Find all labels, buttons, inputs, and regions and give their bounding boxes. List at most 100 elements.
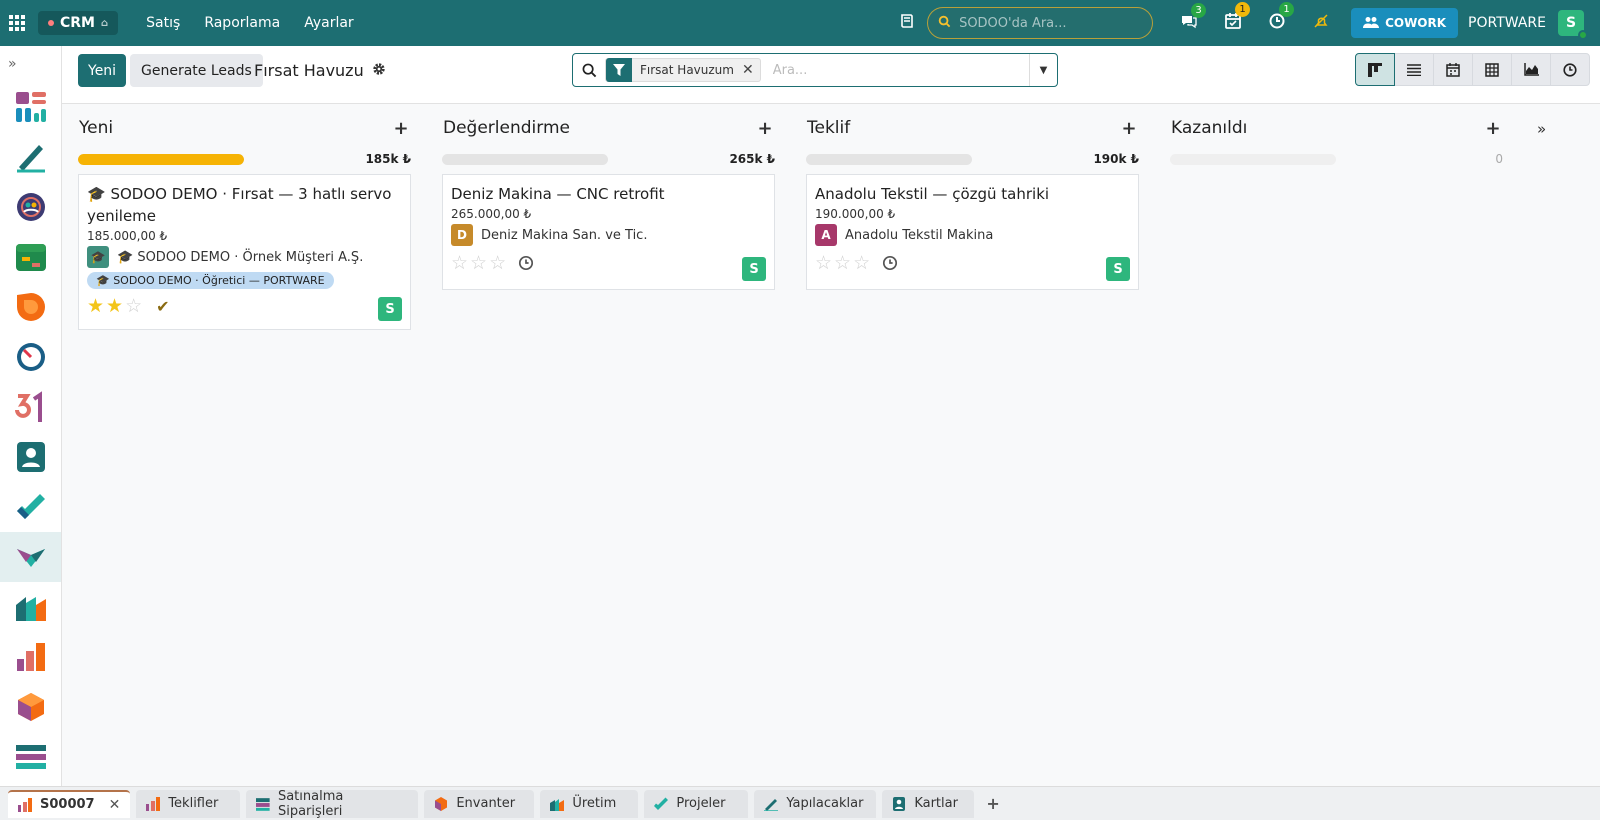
star-outline-icon[interactable]: ☆: [470, 253, 487, 273]
calendar-view-icon[interactable]: [1433, 53, 1473, 86]
kanban-card[interactable]: 🎓 SODOO DEMO · Fırsat — 3 hatlı servo ye…: [78, 174, 411, 330]
salesperson-avatar[interactable]: S: [378, 297, 402, 321]
column-sum[interactable]: 0: [1495, 152, 1503, 166]
sidebar-app-calendar[interactable]: [0, 382, 61, 432]
page-title: Fırsat Havuzu: [254, 61, 364, 80]
clock-icon[interactable]: [518, 255, 534, 271]
book-icon[interactable]: [899, 13, 915, 33]
progress-bar[interactable]: [78, 153, 244, 165]
kanban-card[interactable]: Deniz Makina — CNC retrofit 265.000,00 ₺…: [442, 174, 775, 290]
list-view-icon[interactable]: [1394, 53, 1434, 86]
sidebar-app-accounting[interactable]: [0, 732, 61, 782]
activity-view-icon[interactable]: [1550, 53, 1590, 86]
user-avatar[interactable]: S: [1558, 10, 1588, 40]
checkmark-icon[interactable]: ✔: [156, 297, 169, 316]
new-button[interactable]: Yeni: [78, 54, 127, 87]
star-outline-icon[interactable]: ☆: [489, 253, 506, 273]
close-icon[interactable]: ✕: [742, 62, 760, 78]
user-initial: S: [1565, 15, 1577, 31]
tab-manufacturing[interactable]: Üretim: [540, 789, 639, 818]
sidebar-app-todo[interactable]: [0, 482, 61, 532]
column-progress: 185k ₺: [78, 152, 411, 166]
sidebar-app-timer[interactable]: [0, 332, 61, 382]
timer-icon[interactable]: 1: [1255, 2, 1299, 34]
sidebar-app-discuss[interactable]: [0, 282, 61, 332]
sidebar-app-crm[interactable]: [0, 532, 61, 582]
salesperson-avatar[interactable]: S: [1106, 257, 1130, 281]
column-sum[interactable]: 190k ₺: [1093, 152, 1139, 166]
community-icon: [16, 193, 45, 221]
progress-bar[interactable]: [442, 153, 608, 165]
sidebar-app-employees[interactable]: [0, 432, 61, 482]
sidebar-app-inventory[interactable]: [0, 682, 61, 732]
progress-bar[interactable]: [806, 153, 972, 165]
sidebar-app-sales[interactable]: [0, 632, 61, 682]
tab-inventory[interactable]: Envanter: [424, 789, 535, 818]
plus-icon[interactable]: +: [1119, 118, 1139, 139]
star-outline-icon[interactable]: ☆: [125, 296, 142, 316]
notifications-off-icon[interactable]: [1299, 13, 1343, 33]
column-title[interactable]: Teklif: [807, 118, 850, 138]
tab-label: Teklifler: [168, 796, 219, 811]
global-search-input[interactable]: SODOO'da Ara...: [927, 7, 1154, 39]
sidebar-app-planning[interactable]: [0, 232, 61, 282]
activities-icon[interactable]: 1: [1211, 2, 1255, 34]
plus-icon[interactable]: +: [391, 118, 411, 139]
messages-count-badge: 3: [1191, 3, 1207, 18]
star-outline-icon[interactable]: ☆: [451, 253, 468, 273]
card-title: 🎓 SODOO DEMO · Fırsat — 3 hatlı servo ye…: [87, 185, 392, 225]
menu-item-reporting[interactable]: Raporlama: [192, 0, 292, 46]
caret-down-icon[interactable]: ▼: [1029, 54, 1057, 86]
sidebar-app-sign[interactable]: [0, 132, 61, 182]
messages-icon[interactable]: 3: [1167, 3, 1211, 33]
card-footer: ★ ★ ☆ ✔: [87, 295, 402, 317]
kanban-view-icon[interactable]: [1355, 53, 1395, 86]
progress-fill: [78, 153, 244, 165]
menu-item-settings[interactable]: Ayarlar: [292, 0, 365, 46]
tab-contacts[interactable]: Kartlar: [882, 789, 975, 818]
manufacturing-icon: [550, 798, 565, 811]
plus-icon[interactable]: +: [1483, 118, 1503, 139]
add-tab-icon[interactable]: +: [986, 794, 999, 813]
search-icon[interactable]: [573, 63, 605, 78]
menu-item-sales[interactable]: Satış: [134, 0, 192, 46]
sidebar-app-manufacturing[interactable]: [0, 582, 61, 632]
kanban-card[interactable]: Anadolu Tekstil — çözgü tahriki 190.000,…: [806, 174, 1139, 290]
app-brand[interactable]: CRM ⌂: [38, 11, 119, 35]
star-outline-icon[interactable]: ☆: [853, 253, 870, 273]
graph-view-icon[interactable]: [1511, 53, 1551, 86]
column-title[interactable]: Kazanıldı: [1171, 118, 1247, 138]
star-icon[interactable]: ★: [87, 296, 104, 316]
star-outline-icon[interactable]: ☆: [834, 253, 851, 273]
sidebar-app-dashboards[interactable]: [0, 82, 61, 132]
column-sum[interactable]: 185k ₺: [365, 152, 411, 166]
app-menu-icon[interactable]: [0, 0, 34, 46]
search-input[interactable]: [772, 62, 1023, 78]
column-title[interactable]: Değerlendirme: [443, 118, 570, 138]
cowork-button[interactable]: COWORK: [1351, 8, 1459, 38]
salesperson-avatar[interactable]: S: [742, 257, 766, 281]
sidebar-expand-icon[interactable]: »: [0, 46, 61, 82]
sidebar-app-community[interactable]: [0, 182, 61, 232]
star-outline-icon[interactable]: ☆: [815, 253, 832, 273]
gear-icon[interactable]: [372, 62, 386, 80]
tab-label: Yapılacaklar: [786, 796, 864, 811]
column-title[interactable]: Yeni: [79, 118, 113, 138]
plus-icon[interactable]: +: [755, 118, 775, 139]
close-icon[interactable]: ✕: [109, 797, 121, 813]
tab-quotations[interactable]: Teklifler: [136, 789, 241, 818]
column-sum[interactable]: 265k ₺: [729, 152, 775, 166]
tab-todo[interactable]: Yapılacaklar: [754, 789, 877, 818]
progress-bar[interactable]: [1170, 153, 1336, 165]
clock-icon[interactable]: [882, 255, 898, 271]
star-icon[interactable]: ★: [106, 296, 123, 316]
double-chevron-right-icon[interactable]: »: [1537, 120, 1546, 138]
generate-leads-button[interactable]: Generate Leads: [130, 54, 263, 87]
column-header: Değerlendirme +: [442, 104, 775, 152]
tab-purchase-orders[interactable]: Satınalma Siparişleri: [246, 789, 419, 819]
card-footer: ☆ ☆ ☆: [451, 252, 766, 274]
pivot-view-icon[interactable]: [1472, 53, 1512, 86]
company-switcher[interactable]: PORTWARE: [1468, 15, 1546, 31]
tab-s00007[interactable]: S00007 ✕: [8, 789, 131, 818]
tab-projects[interactable]: Projeler: [644, 789, 749, 818]
